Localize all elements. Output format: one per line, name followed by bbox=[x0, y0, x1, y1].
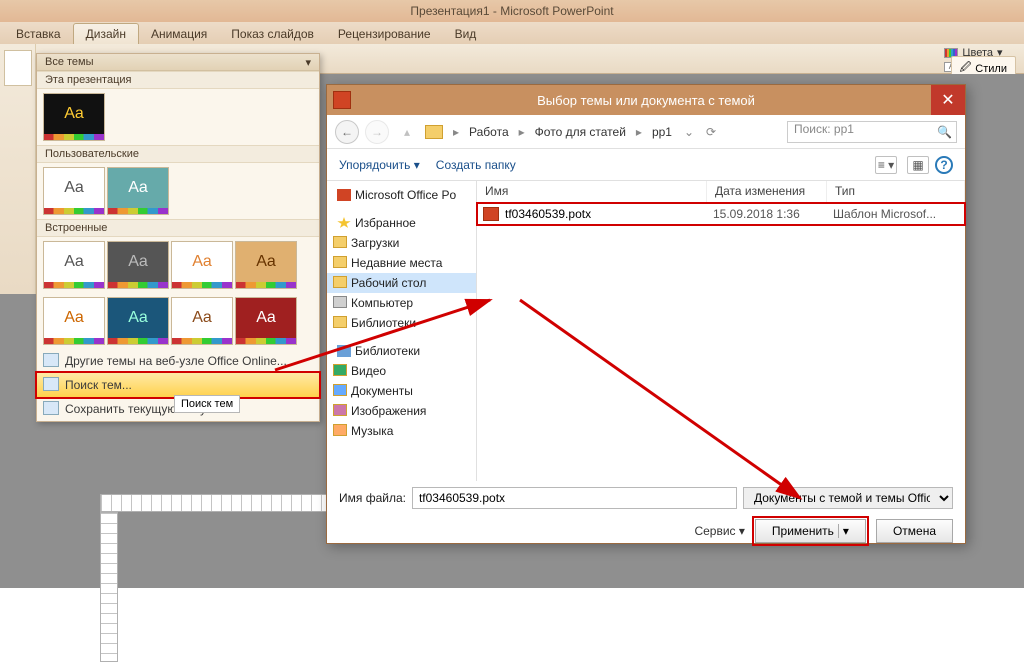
gallery-section-this: Эта презентация bbox=[37, 71, 319, 89]
tree-libraries[interactable]: Библиотеки bbox=[327, 341, 476, 361]
theme-thumb[interactable]: Aa bbox=[107, 241, 169, 289]
tree-item[interactable]: Компьютер bbox=[327, 293, 476, 313]
tooltip: Поиск тем bbox=[174, 395, 240, 413]
themes-gallery: Все темы ▾ Эта презентация Aa Пользовате… bbox=[36, 53, 320, 422]
col-date[interactable]: Дата изменения bbox=[707, 181, 827, 202]
potx-icon bbox=[483, 207, 499, 221]
file-date: 15.09.2018 1:36 bbox=[713, 207, 833, 221]
tab-view[interactable]: Вид bbox=[443, 24, 489, 44]
tab-review[interactable]: Рецензирование bbox=[326, 24, 443, 44]
folder-tree: Microsoft Office Po Избранное Загрузки Н… bbox=[327, 181, 477, 481]
theme-thumb[interactable]: Aa bbox=[43, 167, 105, 215]
close-button[interactable]: ✕ bbox=[931, 85, 965, 115]
file-dialog: Выбор темы или документа с темой ✕ ← → ▴… bbox=[326, 84, 966, 544]
search-input[interactable]: Поиск: pp1 🔍 bbox=[787, 121, 957, 143]
back-button[interactable]: ← bbox=[335, 120, 359, 144]
dialog-body: Microsoft Office Po Избранное Загрузки Н… bbox=[327, 181, 965, 481]
breadcrumb-item[interactable]: Работа bbox=[469, 125, 509, 139]
theme-thumb[interactable]: Aa bbox=[107, 167, 169, 215]
breadcrumb-item[interactable]: Фото для статей bbox=[535, 125, 626, 139]
powerpoint-icon bbox=[333, 91, 351, 109]
tab-slideshow[interactable]: Показ слайдов bbox=[219, 24, 326, 44]
help-icon[interactable]: ? bbox=[935, 156, 953, 174]
theme-thumb[interactable]: Aa bbox=[107, 297, 169, 345]
theme-thumb[interactable]: Aa bbox=[171, 241, 233, 289]
theme-thumb[interactable]: Aa bbox=[43, 241, 105, 289]
apply-button[interactable]: Применить ▾ bbox=[755, 519, 866, 543]
theme-thumb[interactable]: Aa bbox=[235, 241, 297, 289]
forward-button[interactable]: → bbox=[365, 120, 389, 144]
theme-thumb[interactable]: Aa bbox=[43, 297, 105, 345]
file-name: tf03460539.potx bbox=[505, 207, 713, 221]
ribbon-tabs: Вставка Дизайн Анимация Показ слайдов Ре… bbox=[0, 22, 1024, 44]
tree-item[interactable]: Недавние места bbox=[327, 253, 476, 273]
dialog-titlebar: Выбор темы или документа с темой ✕ bbox=[327, 85, 965, 115]
folder-icon bbox=[425, 125, 443, 139]
tree-item[interactable]: Загрузки bbox=[327, 233, 476, 253]
chevron-down-icon[interactable]: ⌄ bbox=[684, 125, 694, 139]
search-icon: 🔍 bbox=[937, 125, 952, 139]
tab-animation[interactable]: Анимация bbox=[139, 24, 219, 44]
dialog-bottom: Имя файла: Документы с темой и темы Offi… bbox=[327, 481, 965, 553]
vertical-ruler bbox=[100, 512, 118, 662]
col-name[interactable]: Имя bbox=[477, 181, 707, 202]
paste-icon[interactable] bbox=[4, 50, 32, 86]
dialog-title: Выбор темы или документа с темой bbox=[537, 93, 755, 108]
tab-insert[interactable]: Вставка bbox=[4, 24, 73, 44]
gallery-section-user: Пользовательские bbox=[37, 145, 319, 163]
theme-thumb[interactable]: Aa bbox=[171, 297, 233, 345]
title-bar: Презентация1 - Microsoft PowerPoint bbox=[0, 0, 1024, 22]
organize-dropdown[interactable]: Упорядочить ▾ bbox=[339, 158, 420, 172]
file-list: Имя Дата изменения Тип tf03460539.potx 1… bbox=[477, 181, 965, 481]
window-title: Презентация1 - Microsoft PowerPoint bbox=[410, 4, 613, 18]
tree-ms-office[interactable]: Microsoft Office Po bbox=[327, 185, 476, 205]
preview-pane-button[interactable]: ▦ bbox=[907, 156, 929, 174]
gallery-header: Все темы ▾ bbox=[37, 54, 319, 71]
filename-label: Имя файла: bbox=[339, 491, 406, 505]
tree-favorites[interactable]: Избранное bbox=[327, 213, 476, 233]
file-type: Шаблон Microsof... bbox=[833, 207, 936, 221]
tree-item[interactable]: Музыка bbox=[327, 421, 476, 441]
tree-item[interactable]: Изображения bbox=[327, 401, 476, 421]
tree-item[interactable]: Библиотеки bbox=[327, 313, 476, 333]
refresh-icon[interactable]: ⟳ bbox=[706, 125, 716, 139]
list-header: Имя Дата изменения Тип bbox=[477, 181, 965, 203]
tree-item[interactable]: Рабочий стол bbox=[327, 273, 476, 293]
file-row[interactable]: tf03460539.potx 15.09.2018 1:36 Шаблон M… bbox=[477, 203, 965, 225]
dialog-toolbar: Упорядочить ▾ Создать папку ≡ ▾ ▦ ? bbox=[327, 149, 965, 181]
theme-thumb[interactable]: Aa bbox=[43, 93, 105, 141]
tab-design[interactable]: Дизайн bbox=[73, 23, 139, 44]
col-type[interactable]: Тип bbox=[827, 181, 965, 202]
filetype-filter[interactable]: Документы с темой и темы Offic bbox=[743, 487, 953, 509]
tools-dropdown[interactable]: Сервис ▾ bbox=[694, 524, 744, 538]
tree-item[interactable]: Документы bbox=[327, 381, 476, 401]
tree-item[interactable]: Видео bbox=[327, 361, 476, 381]
ribbon-left-edge bbox=[0, 44, 36, 294]
more-themes-online[interactable]: Другие темы на веб-узле Office Online... bbox=[37, 349, 319, 373]
up-button[interactable]: ▴ bbox=[395, 120, 419, 144]
gallery-section-builtin: Встроенные bbox=[37, 219, 319, 237]
breadcrumb-item[interactable]: pp1 bbox=[652, 125, 672, 139]
filename-input[interactable] bbox=[412, 487, 737, 509]
cancel-button[interactable]: Отмена bbox=[876, 519, 953, 543]
new-folder-button[interactable]: Создать папку bbox=[436, 158, 516, 172]
dialog-nav: ← → ▴ ▸ Работа ▸ Фото для статей ▸ pp1 ⌄… bbox=[327, 115, 965, 149]
view-mode-button[interactable]: ≡ ▾ bbox=[875, 156, 897, 174]
theme-thumb[interactable]: Aa bbox=[235, 297, 297, 345]
